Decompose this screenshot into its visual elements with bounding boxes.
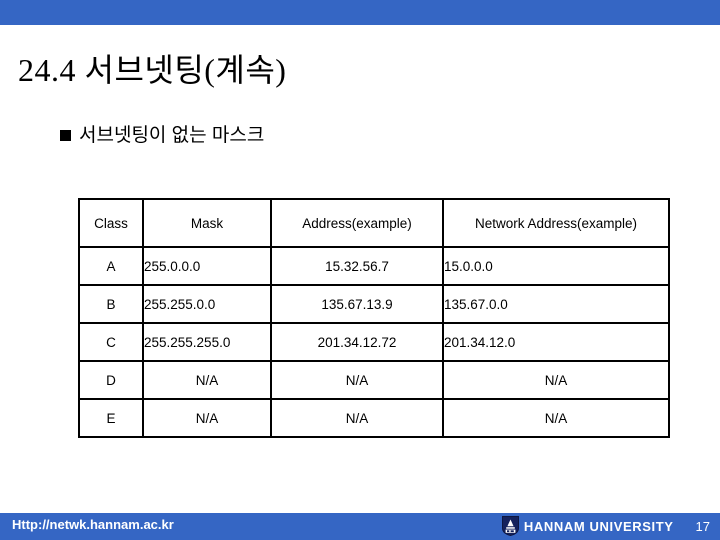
cell-network: N/A	[442, 398, 670, 438]
page-number: 17	[695, 518, 710, 534]
cell-address: 135.67.13.9	[270, 284, 444, 324]
bullet-line: 서브넷팅이 없는 마스크	[60, 126, 264, 145]
cell-mask: N/A	[142, 398, 272, 438]
column-header-class: Class	[78, 198, 144, 248]
page-title: 24.4 서브넷팅(계속)	[18, 52, 287, 88]
cell-class: C	[78, 322, 144, 362]
table-row: A 255.0.0.0 15.32.56.7 15.0.0.0	[78, 246, 670, 286]
cell-network: 135.67.0.0	[442, 284, 670, 324]
subnet-mask-table: Class Mask Address(example) Network Addr…	[78, 198, 670, 438]
cell-class: E	[78, 398, 144, 438]
cell-mask: 255.255.0.0	[142, 284, 272, 324]
cell-address: N/A	[270, 398, 444, 438]
table-row: B 255.255.0.0 135.67.13.9 135.67.0.0	[78, 284, 670, 324]
cell-address: N/A	[270, 360, 444, 400]
cell-network: 201.34.12.0	[442, 322, 670, 362]
column-header-address: Address(example)	[270, 198, 444, 248]
table-row: D N/A N/A N/A	[78, 360, 670, 400]
table-row: E N/A N/A N/A	[78, 398, 670, 438]
cell-network: N/A	[442, 360, 670, 400]
footer-url-link[interactable]: Http://netwk.hannam.ac.kr	[12, 517, 174, 532]
cell-class: D	[78, 360, 144, 400]
table-row: C 255.255.255.0 201.34.12.72 201.34.12.0	[78, 322, 670, 362]
cell-class: A	[78, 246, 144, 286]
bullet-square-icon	[60, 130, 71, 141]
bullet-label: 서브넷팅이 없는 마스크	[79, 125, 265, 146]
cell-network: 15.0.0.0	[442, 246, 670, 286]
cell-mask: N/A	[142, 360, 272, 400]
column-header-mask: Mask	[142, 198, 272, 248]
cell-address: 15.32.56.7	[270, 246, 444, 286]
cell-mask: 255.0.0.0	[142, 246, 272, 286]
column-header-network-address: Network Address(example)	[442, 198, 670, 248]
university-shield-icon	[501, 516, 519, 536]
cell-mask: 255.255.255.0	[142, 322, 272, 362]
footer-branding: HANNAM UNIVERSITY 17	[501, 516, 710, 536]
table-header-row: Class Mask Address(example) Network Addr…	[78, 198, 670, 248]
cell-class: B	[78, 284, 144, 324]
top-accent-bar	[0, 0, 720, 25]
cell-address: 201.34.12.72	[270, 322, 444, 362]
university-name: HANNAM UNIVERSITY	[523, 518, 674, 534]
